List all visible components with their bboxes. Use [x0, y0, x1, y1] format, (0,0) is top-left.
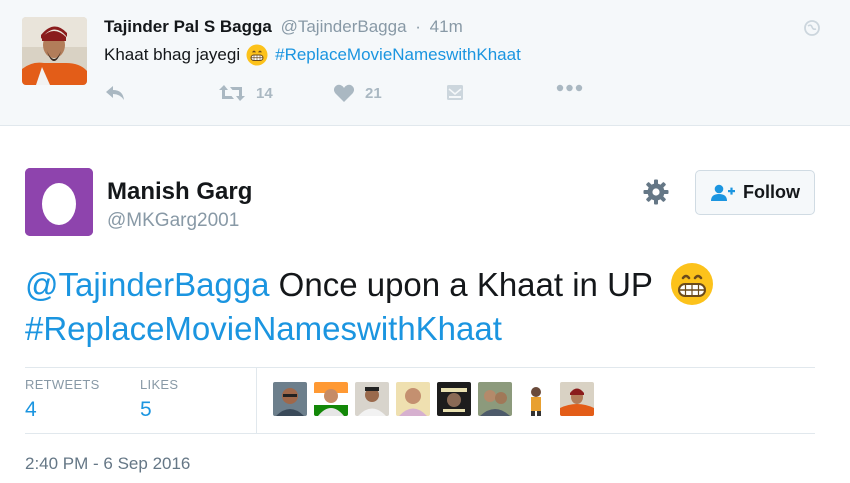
- main-author-avatar[interactable]: [25, 168, 93, 236]
- heart-icon: [333, 84, 355, 102]
- globe-icon: [804, 20, 820, 36]
- main-tweet-hashtag[interactable]: #ReplaceMovieNameswithKhaat: [25, 310, 502, 347]
- retweet-button[interactable]: 14: [218, 84, 273, 102]
- stats-top-divider: [25, 367, 815, 368]
- retweet-icon: [219, 85, 245, 101]
- parent-tweet-actions: 14 21: [0, 84, 850, 108]
- header-separator: ·: [415, 17, 421, 36]
- follow-button[interactable]: Follow: [695, 170, 815, 215]
- parent-author-handle[interactable]: @TajinderBagga: [281, 17, 407, 36]
- more-button[interactable]: [556, 84, 583, 92]
- stats-vertical-divider: [256, 367, 257, 433]
- liker-avatar[interactable]: [560, 382, 594, 416]
- like-count: 21: [365, 85, 382, 102]
- liker-avatar[interactable]: [314, 382, 348, 416]
- liker-avatars: [273, 382, 601, 416]
- retweets-count[interactable]: 4: [25, 398, 37, 422]
- main-author-name[interactable]: Manish Garg: [107, 178, 252, 206]
- main-tweet-text: @TajinderBagga Once upon a Khaat in UP #…: [25, 262, 825, 351]
- gear-icon[interactable]: [643, 179, 669, 205]
- direct-message-button[interactable]: [446, 84, 464, 101]
- main-tweet-body: Once upon a Khaat in UP: [269, 266, 653, 303]
- parent-tweet-text: Khaat bhag jayegi #ReplaceMovieNameswith…: [104, 44, 521, 66]
- parent-author-avatar[interactable]: [22, 17, 87, 85]
- liker-avatar[interactable]: [478, 382, 512, 416]
- parent-tweet-header: Tajinder Pal S Bagga @TajinderBagga · 41…: [104, 17, 463, 37]
- grinning-face-emoji-icon: [246, 44, 268, 66]
- grinning-face-emoji-icon: [670, 263, 713, 305]
- parent-tweet-time[interactable]: 41m: [430, 17, 463, 36]
- parent-author-name[interactable]: Tajinder Pal S Bagga: [104, 17, 272, 36]
- tweet-timestamp[interactable]: 2:40 PM - 6 Sep 2016: [25, 454, 190, 474]
- stats-bottom-divider: [25, 433, 815, 434]
- retweet-count: 14: [256, 84, 273, 102]
- direct-message-icon: [447, 85, 463, 100]
- main-author-handle[interactable]: @MKGarg2001: [107, 210, 239, 232]
- liker-avatar[interactable]: [396, 382, 430, 416]
- liker-avatar[interactable]: [273, 382, 307, 416]
- likes-label[interactable]: LIKES: [140, 377, 178, 392]
- add-user-icon: [711, 184, 735, 201]
- more-dots-icon: [556, 84, 583, 92]
- reply-button[interactable]: [104, 84, 126, 102]
- egg-avatar-icon: [25, 168, 93, 236]
- reply-icon: [106, 86, 124, 100]
- parent-tweet[interactable]: Tajinder Pal S Bagga @TajinderBagga · 41…: [0, 0, 850, 126]
- parent-tweet-body: Khaat bhag jayegi: [104, 45, 241, 64]
- retweets-label[interactable]: RETWEETS: [25, 377, 100, 392]
- like-button[interactable]: 21: [333, 84, 382, 103]
- liker-avatar[interactable]: [355, 382, 389, 416]
- tweet-mention[interactable]: @TajinderBagga: [25, 266, 270, 303]
- liker-avatar[interactable]: [437, 382, 471, 416]
- parent-tweet-hashtag[interactable]: #ReplaceMovieNameswithKhaat: [275, 45, 521, 65]
- follow-label: Follow: [743, 182, 800, 202]
- liker-avatar[interactable]: [519, 382, 553, 416]
- likes-count[interactable]: 5: [140, 398, 152, 422]
